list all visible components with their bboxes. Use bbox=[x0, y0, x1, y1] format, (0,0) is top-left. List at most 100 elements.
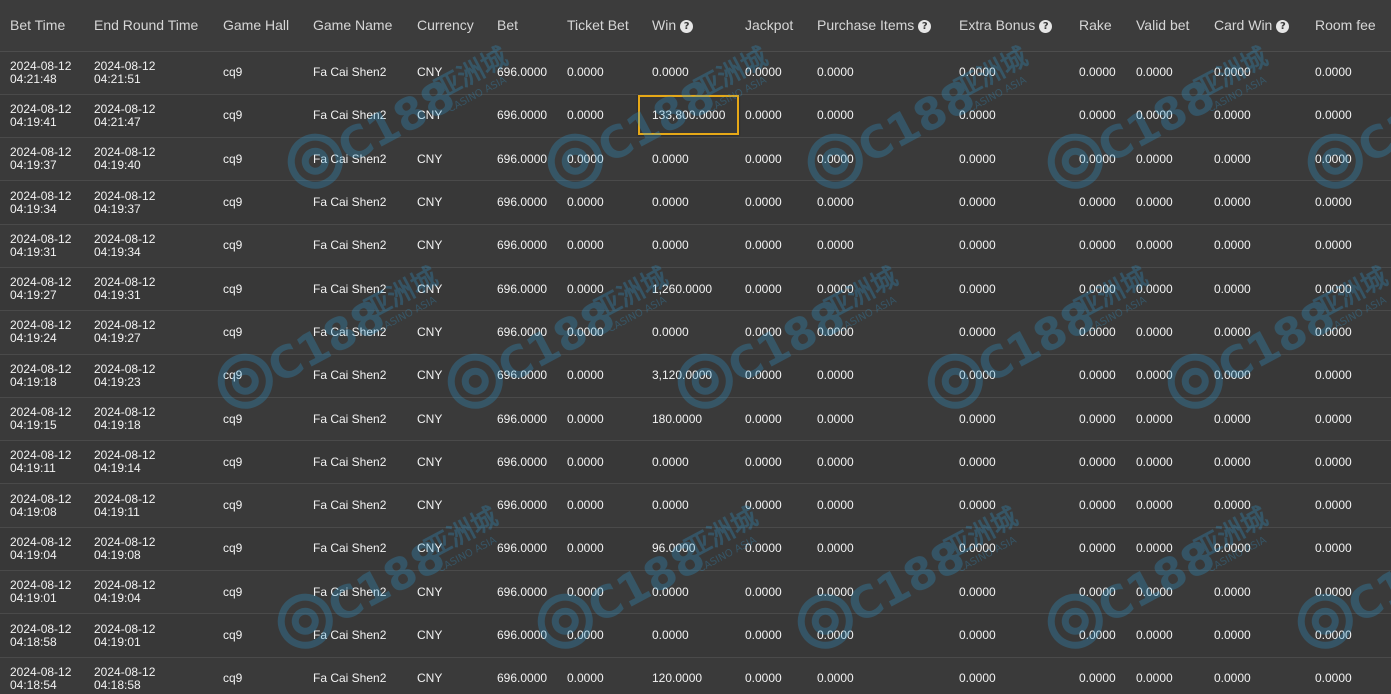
column-header-game-hall[interactable]: Game Hall bbox=[213, 0, 303, 51]
cell-rake: 0.0000 bbox=[1069, 571, 1126, 614]
cell-game: Fa Cai Shen2 bbox=[303, 657, 407, 694]
cell-bet-time: 2024-08-12 04:19:41 bbox=[0, 94, 84, 137]
cell-value: 0.0000 bbox=[959, 584, 996, 599]
cell-win: 0.0000 bbox=[642, 311, 735, 354]
cell-value: 0.0000 bbox=[1315, 65, 1352, 80]
cell-value: 0.0000 bbox=[652, 628, 689, 642]
cell-room-fee: 0.0000 bbox=[1305, 657, 1391, 694]
table-row[interactable]: 2024-08-12 04:18:58 2024-08-12 04:19:01 cq9 F… bbox=[0, 613, 1391, 658]
cell-room-fee: 0.0000 bbox=[1305, 397, 1391, 440]
bet-time-clock: 04:18:54 bbox=[10, 677, 57, 692]
cell-value: 0.0000 bbox=[1079, 454, 1116, 469]
cell-extra-bonus: 0.0000 bbox=[949, 311, 1069, 354]
cell-value: Fa Cai Shen2 bbox=[313, 411, 387, 426]
cell-value: 0.0000 bbox=[1315, 628, 1352, 642]
cell-card-win: 0.0000 bbox=[1204, 311, 1305, 354]
cell-end-round-time: 2024-08-12 04:19:27 bbox=[84, 311, 213, 354]
column-header-win[interactable]: Win? bbox=[642, 0, 735, 51]
cell-value: 0.0000 bbox=[817, 541, 854, 556]
column-header-valid-bet[interactable]: Valid bet bbox=[1126, 0, 1204, 51]
table-row[interactable]: 2024-08-12 04:19:27 2024-08-12 04:19:31 cq9 F… bbox=[0, 267, 1391, 311]
cell-bet: 696.0000 bbox=[487, 267, 557, 310]
table-row[interactable]: 2024-08-12 04:19:31 2024-08-12 04:19:34 cq9 F… bbox=[0, 224, 1391, 268]
column-header-room-fee[interactable]: Room fee bbox=[1305, 0, 1391, 51]
cell-value: 0.0000 bbox=[745, 541, 782, 556]
cell-value: cq9 bbox=[223, 195, 243, 210]
column-header-end-round-time[interactable]: End Round Time bbox=[84, 0, 213, 51]
cell-bet: 696.0000 bbox=[487, 527, 557, 570]
cell-card-win: 0.0000 bbox=[1204, 181, 1305, 224]
cell-bet-time: 2024-08-12 04:19:24 bbox=[0, 311, 84, 354]
column-header-currency[interactable]: Currency bbox=[407, 0, 487, 51]
cell-value: cq9 bbox=[223, 368, 243, 383]
cell-extra-bonus: 0.0000 bbox=[949, 657, 1069, 694]
table-row[interactable]: 2024-08-12 04:19:01 2024-08-12 04:19:04 cq9 F… bbox=[0, 570, 1391, 614]
cell-win: 120.0000 bbox=[642, 657, 735, 694]
cell-value: Fa Cai Shen2 bbox=[313, 108, 387, 123]
table-row[interactable]: 2024-08-12 04:19:41 2024-08-12 04:21:47 cq9 F… bbox=[0, 94, 1391, 138]
column-header-jackpot[interactable]: Jackpot bbox=[735, 0, 807, 51]
cell-value: cq9 bbox=[223, 411, 243, 426]
cell-value: 0.0000 bbox=[1214, 238, 1251, 253]
column-header-game-name[interactable]: Game Name bbox=[303, 0, 407, 51]
help-icon[interactable]: ? bbox=[1276, 20, 1290, 34]
cell-value: 0.0000 bbox=[1315, 108, 1352, 123]
cell-win: 0.0000 bbox=[642, 441, 735, 484]
cell-value: cq9 bbox=[223, 324, 243, 339]
cell-value: 0.0000 bbox=[959, 151, 996, 166]
cell-purchase: 0.0000 bbox=[807, 657, 949, 694]
column-header-extra-bonus[interactable]: Extra Bonus? bbox=[949, 0, 1069, 51]
column-header-ticket-bet[interactable]: Ticket Bet bbox=[557, 0, 642, 51]
cell-purchase: 0.0000 bbox=[807, 484, 949, 527]
cell-ticket-bet: 0.0000 bbox=[557, 657, 642, 694]
cell-end-round-time: 2024-08-12 04:19:34 bbox=[84, 224, 213, 267]
cell-hall: cq9 bbox=[213, 51, 303, 94]
cell-value: cq9 bbox=[223, 108, 243, 123]
table-row[interactable]: 2024-08-12 04:19:04 2024-08-12 04:19:08 cq9 F… bbox=[0, 527, 1391, 571]
end-time-clock: 04:19:11 bbox=[94, 504, 140, 519]
cell-value: 0.0000 bbox=[1136, 584, 1173, 599]
column-header-purchase-items[interactable]: Purchase Items? bbox=[807, 0, 949, 51]
cell-value: Fa Cai Shen2 bbox=[313, 671, 387, 686]
cell-value: 3,120.0000 bbox=[652, 368, 713, 383]
column-header-rake[interactable]: Rake bbox=[1069, 0, 1126, 51]
column-header-bet[interactable]: Bet bbox=[487, 0, 557, 51]
cell-bet: 696.0000 bbox=[487, 181, 557, 224]
table-row[interactable]: 2024-08-12 04:19:11 2024-08-12 04:19:14 cq9 F… bbox=[0, 440, 1391, 484]
column-header-bet-time[interactable]: Bet Time bbox=[0, 0, 84, 51]
cell-value: 0.0000 bbox=[1136, 541, 1173, 556]
cell-room-fee: 0.0000 bbox=[1305, 267, 1391, 310]
help-icon[interactable]: ? bbox=[918, 20, 932, 34]
help-icon[interactable]: ? bbox=[1039, 20, 1053, 34]
cell-extra-bonus: 0.0000 bbox=[949, 441, 1069, 484]
cell-value: 0.0000 bbox=[959, 108, 996, 123]
table-row[interactable]: 2024-08-12 04:18:54 2024-08-12 04:18:58 cq9 F… bbox=[0, 657, 1391, 694]
cell-value: 0.0000 bbox=[652, 238, 689, 253]
table-row[interactable]: 2024-08-12 04:19:15 2024-08-12 04:19:18 cq9 F… bbox=[0, 397, 1391, 441]
column-header-label: Jackpot bbox=[745, 17, 794, 34]
cell-value: 0.0000 bbox=[567, 584, 604, 599]
column-header-card-win[interactable]: Card Win? bbox=[1204, 0, 1305, 51]
table-row[interactable]: 2024-08-12 04:19:18 2024-08-12 04:19:23 cq9 F… bbox=[0, 354, 1391, 398]
table-row[interactable]: 2024-08-12 04:19:08 2024-08-12 04:19:11 cq9 F… bbox=[0, 483, 1391, 528]
cell-value: 0.0000 bbox=[745, 411, 782, 426]
cell-room-fee: 0.0000 bbox=[1305, 614, 1391, 657]
cell-value: 696.0000 bbox=[497, 195, 548, 210]
bet-time-clock: 04:19:24 bbox=[10, 331, 57, 346]
cell-value: 0.0000 bbox=[1315, 671, 1352, 686]
table-row[interactable]: 2024-08-12 04:19:34 2024-08-12 04:19:37 cq9 F… bbox=[0, 180, 1391, 225]
cell-value: 0.0000 bbox=[1315, 454, 1352, 469]
bet-time-clock: 04:19:18 bbox=[10, 374, 57, 389]
cell-purchase: 0.0000 bbox=[807, 51, 949, 94]
help-icon[interactable]: ? bbox=[680, 20, 694, 34]
end-time-clock: 04:19:40 bbox=[94, 158, 141, 173]
cell-value: Fa Cai Shen2 bbox=[313, 454, 387, 469]
cell-card-win: 0.0000 bbox=[1204, 657, 1305, 694]
table-row[interactable]: 2024-08-12 04:19:24 2024-08-12 04:19:27 cq9 F… bbox=[0, 310, 1391, 355]
cell-currency: CNY bbox=[407, 527, 487, 570]
table-row[interactable]: 2024-08-12 04:21:48 2024-08-12 04:21:51 cq9 F… bbox=[0, 51, 1391, 95]
cell-jackpot: 0.0000 bbox=[735, 571, 807, 614]
cell-extra-bonus: 0.0000 bbox=[949, 51, 1069, 94]
table-row[interactable]: 2024-08-12 04:19:37 2024-08-12 04:19:40 cq9 F… bbox=[0, 137, 1391, 181]
cell-jackpot: 0.0000 bbox=[735, 354, 807, 397]
